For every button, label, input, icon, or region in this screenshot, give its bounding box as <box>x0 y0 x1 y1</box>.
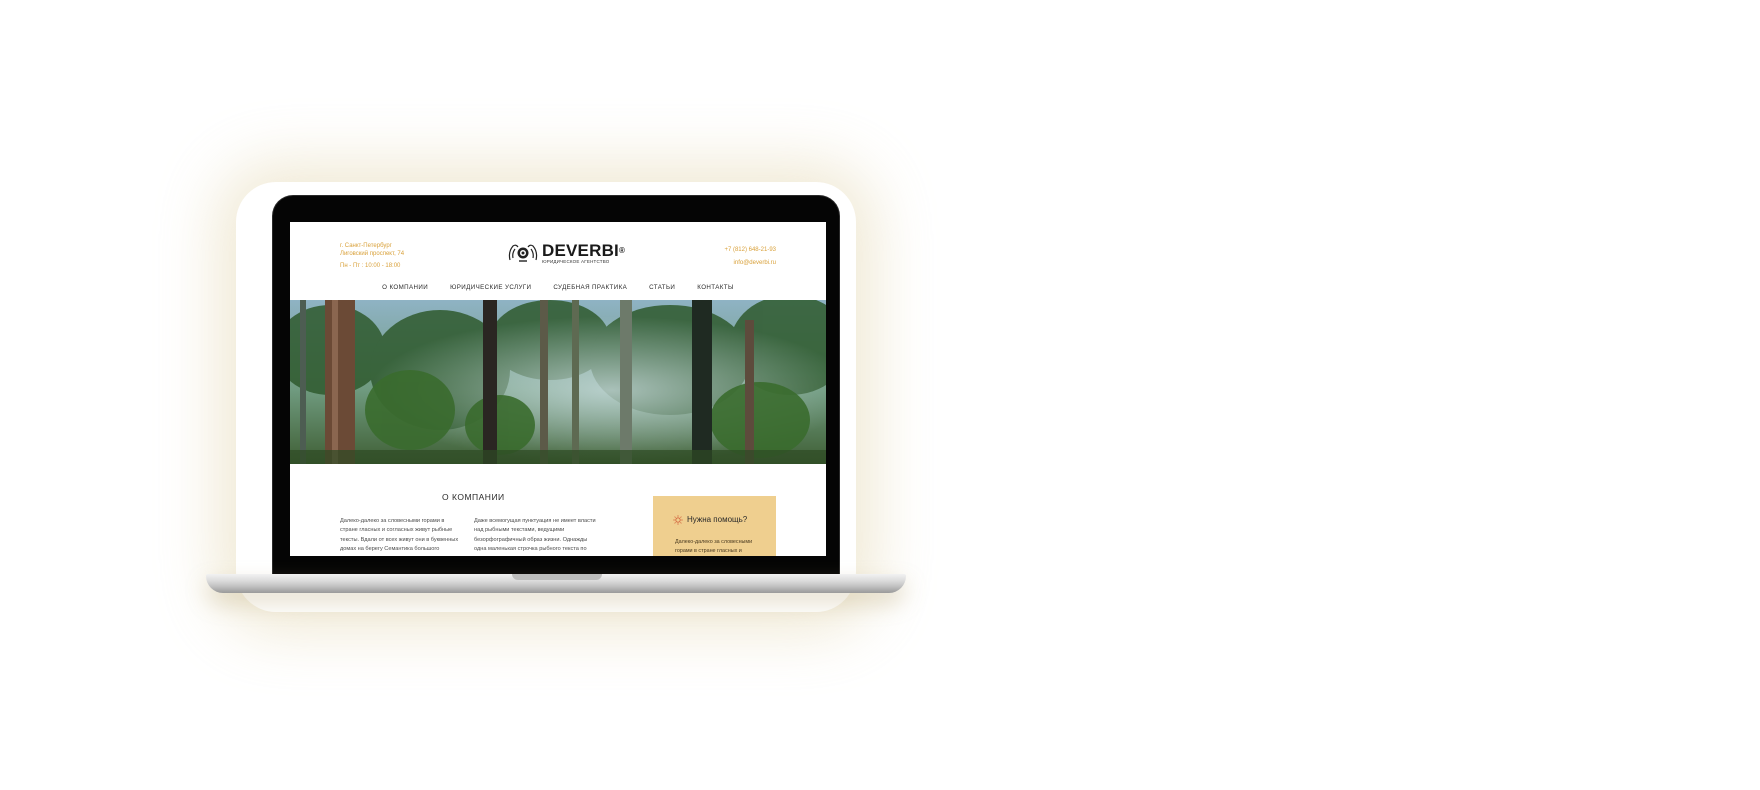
about-text-col2: Даже всемогущая пунктуация не имеет влас… <box>474 518 596 552</box>
logo-name: DEVERBI® <box>542 240 626 260</box>
help-title: Нужна помощь? <box>687 515 748 524</box>
phone-link[interactable]: +7 (812) 648-21-93 <box>724 247 776 253</box>
working-hours: Пн - Пт : 10:00 - 18:00 <box>340 263 401 269</box>
sun-icon <box>673 515 683 525</box>
website-screen: г. Санкт-Петербург Лиговский проспект, 7… <box>290 222 826 556</box>
address-line1: г. Санкт-Петербург <box>340 243 392 249</box>
logo-wordmark: DEVERBI <box>542 240 619 260</box>
about-text-col1: Далеко-далеко за словесными горами в стр… <box>340 518 459 552</box>
nav-item-court-practice[interactable]: СУДЕБНАЯ ПРАКТИКА <box>553 284 627 291</box>
main-nav: О КОМПАНИИ ЮРИДИЧЕСКИЕ УСЛУГИ СУДЕБНАЯ П… <box>290 284 826 291</box>
nav-item-contacts[interactable]: КОНТАКТЫ <box>697 284 734 291</box>
help-text: Далеко-далеко за словесными горами в стр… <box>675 539 753 554</box>
logo[interactable]: DEVERBI® ЮРИДИЧЕСКОЕ АГЕНТСТВО <box>507 242 625 264</box>
help-box[interactable]: Нужна помощь? Далеко-далеко за словесным… <box>653 496 776 556</box>
nav-item-about[interactable]: О КОМПАНИИ <box>382 284 428 291</box>
nav-item-articles[interactable]: СТАТЬИ <box>649 284 675 291</box>
address-line2: Лиговский проспект, 74 <box>340 250 405 257</box>
address: г. Санкт-Петербург Лиговский проспект, 7… <box>340 243 404 258</box>
about-title: О КОМПАНИИ <box>442 492 505 502</box>
registered-mark: ® <box>618 245 626 255</box>
email-link[interactable]: info@deverbi.ru <box>734 260 776 266</box>
lion-emblem-icon <box>508 244 538 262</box>
laptop-notch <box>512 574 602 580</box>
nav-item-legal-services[interactable]: ЮРИДИЧЕСКИЕ УСЛУГИ <box>450 284 531 291</box>
hero-forest-image <box>290 300 826 464</box>
